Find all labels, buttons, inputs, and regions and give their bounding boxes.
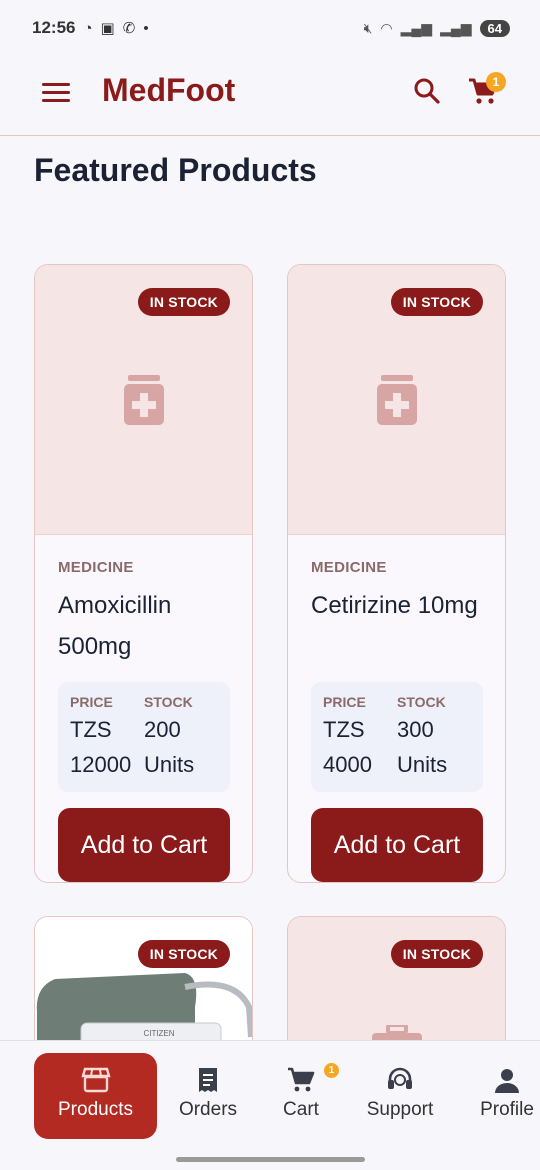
price-value: TZS 12000 bbox=[70, 717, 132, 777]
mute-icon: 🔇︎ bbox=[363, 19, 373, 36]
store-icon bbox=[80, 1067, 111, 1093]
product-card[interactable]: IN STOCK MEDICINE Cetirizine 10mg PRICE … bbox=[287, 264, 506, 883]
nav-support[interactable]: Support bbox=[358, 1053, 442, 1139]
search-icon[interactable] bbox=[412, 76, 442, 106]
home-indicator[interactable] bbox=[176, 1157, 365, 1162]
monitor-brand-text: CITIZEN bbox=[143, 1029, 174, 1038]
medicine-bottle-icon bbox=[124, 375, 164, 425]
product-name: Cetirizine 10mg bbox=[311, 592, 478, 619]
whatsapp-icon: ◔ bbox=[83, 19, 93, 37]
product-image: CITIZEN IN STOCK bbox=[35, 917, 252, 1056]
receipt-icon bbox=[199, 1068, 217, 1092]
nav-products[interactable]: Products bbox=[34, 1053, 157, 1139]
cart-count-badge: 1 bbox=[486, 72, 506, 92]
missed-call-icon: ✆ bbox=[122, 20, 136, 37]
nav-cart-badge: 1 bbox=[324, 1063, 339, 1078]
product-info-box: PRICE STOCK TZS 12000 200 Units bbox=[58, 682, 230, 792]
nav-orders[interactable]: Orders bbox=[170, 1053, 246, 1139]
price-value: TZS 4000 bbox=[323, 717, 372, 777]
stock-label: STOCK bbox=[144, 694, 193, 710]
product-card[interactable]: IN STOCK bbox=[287, 916, 506, 1056]
app-bar: MedFoot 1 bbox=[0, 56, 540, 136]
add-to-cart-button[interactable]: Add to Cart bbox=[58, 808, 230, 882]
signal-icon: ▂▄▆ bbox=[400, 19, 433, 36]
status-time: 12:56 bbox=[32, 18, 76, 37]
price-label: PRICE bbox=[70, 694, 113, 710]
in-stock-badge: IN STOCK bbox=[137, 288, 230, 316]
cart-icon bbox=[288, 1067, 315, 1092]
nav-label: Orders bbox=[178, 1099, 238, 1120]
nav-label: Profile bbox=[480, 1099, 534, 1120]
stock-value: 200 Units bbox=[144, 717, 195, 777]
product-category: MEDICINE bbox=[58, 559, 134, 576]
headset-icon bbox=[388, 1067, 412, 1089]
stock-label: STOCK bbox=[397, 694, 446, 710]
nav-label: Products bbox=[58, 1099, 133, 1120]
product-info-box: PRICE STOCK TZS 4000 300 Units bbox=[311, 682, 483, 792]
page-title: Featured Products bbox=[34, 152, 317, 188]
in-stock-badge: IN STOCK bbox=[390, 288, 483, 316]
person-icon bbox=[495, 1069, 519, 1093]
product-image-placeholder: IN STOCK bbox=[288, 917, 505, 1056]
blood-pressure-monitor-image: CITIZEN bbox=[36, 973, 252, 1056]
product-name: Amoxicillin 500mg bbox=[58, 592, 172, 660]
battery-indicator: 64 bbox=[479, 19, 510, 37]
signal-icon-2: ▂▄▆ bbox=[440, 19, 472, 36]
in-stock-badge: IN STOCK bbox=[137, 940, 230, 968]
medicine-bottle-icon bbox=[377, 375, 417, 425]
status-bar: 12:56 ◔ ▣ ✆ • 🔇︎ ◠ ▂▄▆ ▂▄▆ 64 bbox=[0, 0, 540, 56]
nav-label: Support bbox=[366, 1099, 434, 1120]
product-image-placeholder: IN STOCK bbox=[288, 265, 505, 535]
product-card[interactable]: CITIZEN IN STOCK bbox=[34, 916, 253, 1056]
bottom-navigation: Products Orders 1 Cart Support Profile bbox=[0, 1040, 540, 1170]
product-card[interactable]: IN STOCK MEDICINE Amoxicillin 500mg PRIC… bbox=[34, 264, 253, 883]
screenshot-icon: ▣ bbox=[100, 20, 115, 37]
notification-dot-icon: • bbox=[143, 19, 149, 37]
price-label: PRICE bbox=[323, 694, 366, 710]
app-title: MedFoot bbox=[102, 72, 236, 108]
product-image-placeholder: IN STOCK bbox=[35, 265, 252, 535]
wifi-icon: ◠ bbox=[380, 19, 393, 36]
add-to-cart-button[interactable]: Add to Cart bbox=[311, 808, 483, 882]
product-category: MEDICINE bbox=[311, 559, 387, 576]
nav-profile[interactable]: Profile bbox=[474, 1053, 540, 1139]
menu-icon[interactable] bbox=[42, 83, 70, 105]
nav-cart[interactable]: 1 Cart bbox=[270, 1053, 339, 1139]
in-stock-badge: IN STOCK bbox=[390, 940, 483, 968]
nav-label: Cart bbox=[283, 1099, 319, 1120]
stock-value: 300 Units bbox=[397, 717, 448, 777]
